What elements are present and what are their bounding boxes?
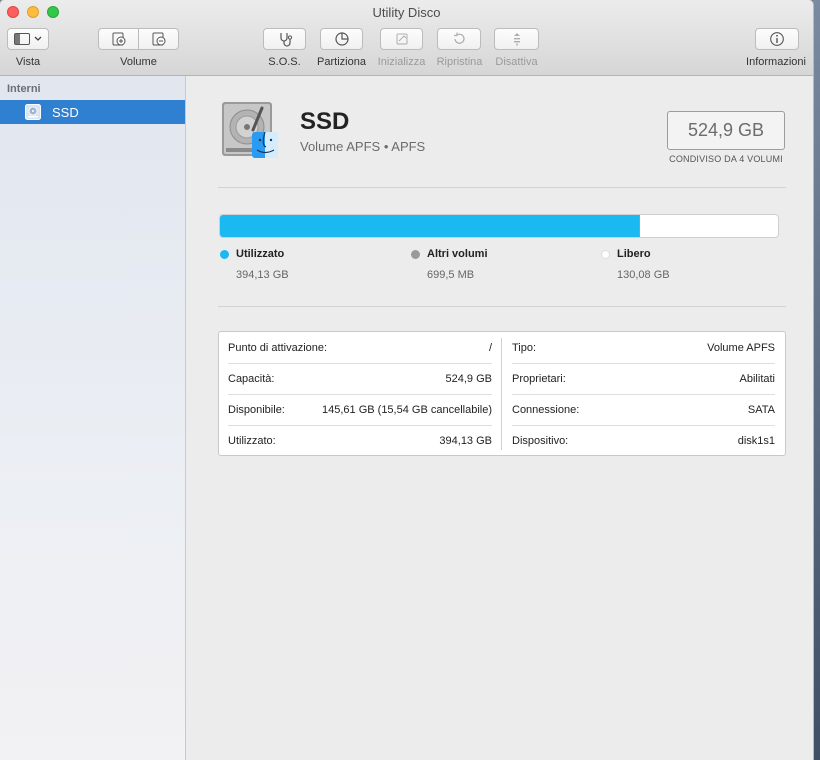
info-row: Proprietari: Abilitati bbox=[512, 363, 775, 395]
info-key: Tipo: bbox=[512, 342, 537, 354]
sidebar-item-ssd[interactable]: SSD bbox=[0, 100, 185, 124]
desktop-background bbox=[813, 0, 820, 760]
info-key: Disponibile: bbox=[228, 404, 285, 416]
unmount-icon bbox=[513, 33, 520, 46]
info-value: 394,13 GB bbox=[439, 435, 492, 447]
info-label: Informazioni bbox=[746, 56, 806, 68]
pie-partition-icon bbox=[334, 32, 349, 46]
usage-bar-used bbox=[220, 215, 639, 237]
info-row: Tipo: Volume APFS bbox=[512, 332, 775, 364]
legend-free-dot bbox=[601, 250, 610, 259]
hard-drive-icon bbox=[222, 102, 278, 158]
partition-label: Partiziona bbox=[317, 56, 366, 68]
erase-label: Inizializza bbox=[377, 56, 426, 68]
info-row: Capacità: 524,9 GB bbox=[228, 363, 492, 395]
shared-volumes-note: CONDIVISO DA 4 VOLUMI bbox=[669, 154, 783, 164]
info-key: Connessione: bbox=[512, 404, 580, 416]
info-value: / bbox=[488, 342, 492, 354]
disk-utility-window: Utility Disco Vista Volume S.O.S. Partiz… bbox=[0, 0, 813, 760]
legend-used-label: Utilizzato bbox=[236, 248, 285, 260]
sidebar-icon bbox=[14, 33, 42, 45]
first-aid-button[interactable] bbox=[263, 28, 306, 50]
info-key: Utilizzato: bbox=[228, 435, 276, 447]
restore-icon bbox=[454, 32, 465, 44]
info-key: Capacità: bbox=[228, 373, 275, 385]
info-key: Proprietari: bbox=[512, 373, 566, 385]
info-value: 524,9 GB bbox=[445, 373, 492, 385]
remove-volume-icon bbox=[152, 32, 165, 46]
info-key: Punto di attivazione: bbox=[228, 342, 328, 354]
capacity-box: 524,9 GB bbox=[667, 111, 785, 150]
view-label: Vista bbox=[15, 56, 41, 68]
usage-bar-other-volumes bbox=[638, 215, 640, 237]
info-button[interactable] bbox=[755, 28, 799, 50]
sidebar: Interni SSD bbox=[0, 76, 186, 760]
remove-volume-button[interactable] bbox=[138, 28, 179, 50]
unmount-button[interactable] bbox=[494, 28, 539, 50]
volume-icon bbox=[24, 103, 42, 126]
legend-other-label: Altri volumi bbox=[427, 248, 488, 260]
volume-subtitle: Volume APFS • APFS bbox=[300, 139, 426, 154]
title-toolbar: Utility Disco Vista Volume S.O.S. Partiz… bbox=[0, 0, 813, 76]
sidebar-item-label: SSD bbox=[52, 105, 79, 120]
legend-other-value: 699,5 MB bbox=[427, 269, 475, 281]
info-icon bbox=[770, 32, 784, 46]
legend-other-dot bbox=[411, 250, 420, 259]
info-value: SATA bbox=[747, 404, 775, 416]
add-volume-icon bbox=[112, 32, 125, 46]
main-panel: SSD Volume APFS • APFS 524,9 GB CONDIVIS… bbox=[186, 76, 813, 760]
legend-free-value: 130,08 GB bbox=[617, 269, 670, 281]
info-row: Connessione: SATA bbox=[512, 394, 775, 426]
add-volume-button[interactable] bbox=[98, 28, 139, 50]
info-row: Utilizzato: 394,13 GB bbox=[228, 425, 492, 456]
info-row: Disponibile: 145,61 GB (15,54 GB cancell… bbox=[228, 394, 492, 426]
info-row: Punto di attivazione: / bbox=[228, 332, 492, 364]
info-value: 145,61 GB (15,54 GB cancellabile) bbox=[322, 404, 492, 416]
info-value: Volume APFS bbox=[707, 342, 775, 354]
info-value: disk1s1 bbox=[737, 435, 775, 447]
first-aid-label: S.O.S. bbox=[268, 56, 301, 68]
erase-button[interactable] bbox=[380, 28, 423, 50]
restore-button[interactable] bbox=[437, 28, 481, 50]
info-table: Punto di attivazione: / Capacità: 524,9 … bbox=[218, 331, 786, 456]
usage-bar bbox=[219, 214, 779, 238]
sidebar-section-internal: Interni bbox=[7, 83, 41, 95]
unmount-label: Disattiva bbox=[495, 56, 538, 68]
info-value: Abilitati bbox=[739, 373, 775, 385]
volume-label: Volume bbox=[120, 56, 157, 68]
legend-used-dot bbox=[220, 250, 229, 259]
restore-label: Ripristina bbox=[436, 56, 483, 68]
partition-button[interactable] bbox=[320, 28, 363, 50]
legend-free-label: Libero bbox=[617, 248, 651, 260]
info-row: Dispositivo: disk1s1 bbox=[512, 425, 775, 456]
stethoscope-icon bbox=[279, 33, 292, 47]
column-divider bbox=[501, 338, 502, 450]
legend-used-value: 394,13 GB bbox=[236, 269, 289, 281]
volume-name: SSD bbox=[300, 108, 350, 135]
window-title: Utility Disco bbox=[372, 5, 441, 20]
view-button[interactable] bbox=[7, 28, 49, 50]
divider bbox=[218, 306, 786, 307]
erase-icon bbox=[396, 33, 407, 45]
info-key: Dispositivo: bbox=[512, 435, 569, 447]
divider bbox=[218, 187, 786, 188]
